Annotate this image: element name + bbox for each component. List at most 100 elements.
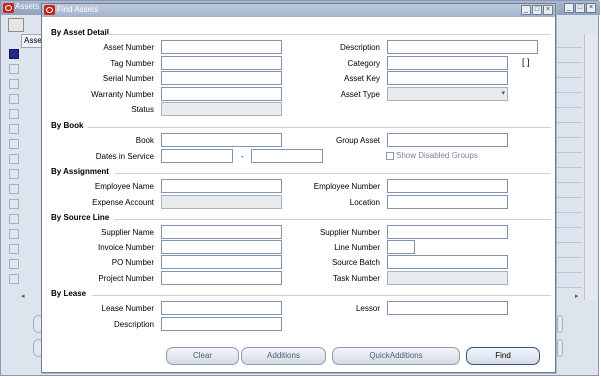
- clear-button[interactable]: Clear: [166, 347, 239, 365]
- row-selector[interactable]: [9, 199, 19, 209]
- source-batch-field[interactable]: [387, 255, 508, 269]
- row-selector[interactable]: [9, 184, 19, 194]
- supplier-name-field[interactable]: [161, 225, 282, 239]
- assets-minimize-button[interactable]: _: [564, 3, 574, 13]
- find-button[interactable]: Find: [466, 347, 540, 365]
- po-number-label: PO Number: [111, 258, 154, 267]
- assets-close-button[interactable]: ×: [586, 3, 596, 13]
- row-selector[interactable]: [9, 64, 19, 74]
- show-disabled-groups-checkbox[interactable]: [386, 152, 394, 160]
- dialog-minimize-button[interactable]: _: [521, 5, 531, 15]
- task-number-label: Task Number: [332, 274, 380, 283]
- scroll-left-icon[interactable]: ◂: [21, 292, 25, 300]
- grid-divider: [557, 287, 582, 288]
- bg-tab-button[interactable]: [557, 315, 563, 333]
- asset-number-field[interactable]: [161, 40, 282, 54]
- status-label: Status: [131, 105, 154, 114]
- serial-number-label: Serial Number: [102, 74, 154, 83]
- scroll-right-icon[interactable]: ▸: [575, 292, 579, 300]
- grid-divider: [557, 227, 582, 228]
- vertical-scrollbar[interactable]: [584, 34, 596, 300]
- lessor-field[interactable]: [387, 301, 508, 315]
- row-selector[interactable]: [9, 124, 19, 134]
- lease-number-field[interactable]: [161, 301, 282, 315]
- employee-number-label: Employee Number: [313, 182, 380, 191]
- location-field[interactable]: [387, 195, 508, 209]
- asset-number-label: Asset Number: [103, 43, 154, 52]
- date-range-separator: -: [241, 152, 244, 161]
- serial-number-field[interactable]: [161, 71, 282, 85]
- row-selector[interactable]: [9, 244, 19, 254]
- lessor-label: Lessor: [355, 304, 380, 313]
- dialog-title: Find Assets: [57, 5, 99, 14]
- employee-name-field[interactable]: [161, 179, 282, 193]
- find-assets-dialog: Find Assets _ □ × By Asset Detail Asset …: [41, 3, 556, 373]
- lease-description-field[interactable]: [161, 317, 282, 331]
- dialog-maximize-button[interactable]: □: [532, 5, 542, 15]
- row-selector[interactable]: [9, 154, 19, 164]
- row-selector[interactable]: [9, 169, 19, 179]
- section-assignment: By Assignment: [51, 167, 109, 176]
- lease-description-label: Description: [113, 320, 154, 329]
- asset-key-field[interactable]: [387, 71, 508, 85]
- employee-name-label: Employee Name: [94, 182, 154, 191]
- date-to-field[interactable]: [251, 149, 323, 163]
- expense-account-field[interactable]: [161, 195, 282, 209]
- section-separator: [115, 173, 551, 174]
- book-field[interactable]: [161, 133, 282, 147]
- grid-divider: [557, 182, 582, 183]
- section-source-line: By Source Line: [51, 213, 110, 222]
- grid-divider: [557, 242, 582, 243]
- po-number-field[interactable]: [161, 255, 282, 269]
- row-selector[interactable]: [9, 274, 19, 284]
- flexfield-indicator[interactable]: [ ]: [522, 57, 530, 67]
- description-label: Description: [339, 43, 380, 52]
- row-selector[interactable]: [9, 229, 19, 239]
- find-assets-titlebar: Find Assets _ □ ×: [42, 4, 555, 17]
- group-asset-field[interactable]: [387, 133, 508, 147]
- bg-tab-button[interactable]: [557, 339, 563, 357]
- grid-divider: [557, 62, 582, 63]
- row-selector[interactable]: [9, 79, 19, 89]
- grid-divider: [557, 122, 582, 123]
- asset-type-select[interactable]: ▾: [387, 87, 508, 101]
- supplier-number-field[interactable]: [387, 225, 508, 239]
- additions-button[interactable]: Additions: [241, 347, 326, 365]
- task-number-field[interactable]: [387, 271, 508, 285]
- invoice-number-field[interactable]: [161, 240, 282, 254]
- assets-window-title: Assets: [15, 2, 40, 11]
- new-record-icon[interactable]: [8, 18, 24, 32]
- warranty-number-field[interactable]: [161, 87, 282, 101]
- row-selector[interactable]: [9, 94, 19, 104]
- row-selector[interactable]: [9, 259, 19, 269]
- project-number-field[interactable]: [161, 271, 282, 285]
- row-selector[interactable]: [9, 214, 19, 224]
- assets-maximize-button[interactable]: □: [575, 3, 585, 13]
- row-selector[interactable]: [9, 139, 19, 149]
- status-field: [161, 102, 282, 116]
- line-number-field[interactable]: [387, 240, 415, 254]
- grid-divider: [557, 272, 582, 273]
- date-from-field[interactable]: [161, 149, 233, 163]
- grid-divider: [557, 137, 582, 138]
- row-selector[interactable]: [9, 109, 19, 119]
- section-separator: [106, 34, 551, 35]
- expense-account-label: Expense Account: [92, 198, 154, 207]
- grid-divider: [557, 212, 582, 213]
- category-field[interactable]: [387, 56, 508, 70]
- show-disabled-groups-label: Show Disabled Groups: [396, 151, 478, 160]
- description-field[interactable]: [387, 40, 538, 54]
- grid-divider: [557, 92, 582, 93]
- employee-number-field[interactable]: [387, 179, 508, 193]
- supplier-name-label: Supplier Name: [101, 228, 154, 237]
- tag-number-field[interactable]: [161, 56, 282, 70]
- row-selector[interactable]: [9, 49, 19, 59]
- section-separator: [88, 127, 551, 128]
- oracle-logo-icon: [3, 3, 14, 13]
- dialog-close-button[interactable]: ×: [543, 5, 553, 15]
- dates-in-service-label: Dates in Service: [95, 152, 154, 161]
- oracle-logo-icon: [44, 5, 55, 15]
- project-number-label: Project Number: [98, 274, 154, 283]
- quick-additions-button[interactable]: QuickAdditions: [332, 347, 460, 365]
- lease-number-label: Lease Number: [101, 304, 154, 313]
